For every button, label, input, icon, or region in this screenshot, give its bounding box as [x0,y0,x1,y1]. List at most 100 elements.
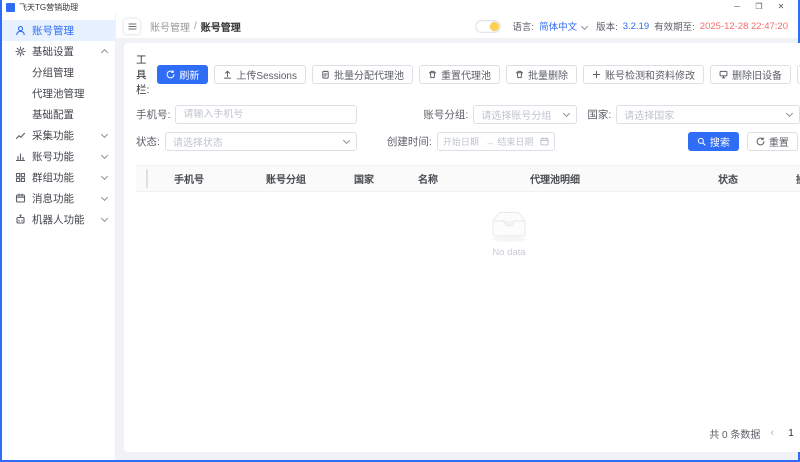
sidebar-item-group-management[interactable]: 分组管理 [2,62,115,83]
date-start[interactable]: 开始日期 [443,135,483,148]
refresh-button[interactable]: 刷新 [157,65,208,84]
sidebar-item-basic-config[interactable]: 基础配置 [2,104,115,125]
expiry-label: 有效期至: [654,19,695,33]
upload-icon [223,70,232,79]
topbar: 账号管理 / 账号管理 语言: 简体中文 版本: 3.2.19 有效期至: 20… [116,14,798,38]
column-header-group: 账号分组 [262,171,350,186]
batch-assign-proxy-button[interactable]: 批量分配代理池 [312,65,413,84]
close-button[interactable]: ✕ [770,0,792,14]
select-all-checkbox[interactable] [146,169,148,188]
breadcrumb-root[interactable]: 账号管理 [150,19,190,34]
language-label: 语言: [512,19,534,33]
app-icon [6,3,15,12]
pagination-total: 共 0 条数据 [709,426,760,441]
grid-icon [14,172,26,184]
sidebar-item-label: 基础设置 [32,44,102,59]
sun-icon [490,22,499,31]
sidebar-item-label: 机器人功能 [32,212,102,227]
minimize-button[interactable]: ─ [726,0,748,14]
column-header-status: 状态 [714,171,792,186]
robot-icon [14,214,26,226]
group-select[interactable]: 请选择账号分组 [473,105,577,124]
sidebar-item-collect[interactable]: 采集功能 [2,125,115,146]
clipboard-icon [321,70,330,79]
sidebar-item-label: 消息功能 [32,191,102,206]
reset-button[interactable]: 重置 [747,132,798,151]
reset-icon [428,70,437,79]
status-select[interactable]: 请选择状态 [165,132,357,151]
message-icon [14,193,26,205]
chevron-down-icon [101,131,108,138]
sidebar-item-proxy-pool-management[interactable]: 代理池管理 [2,83,115,104]
reset-proxy-button[interactable]: 重置代理池 [419,65,500,84]
sidebar-item-robot-functions[interactable]: 机器人功能 [2,209,115,230]
search-button[interactable]: 搜索 [688,132,739,151]
filter-row-2: 状态: 请选择状态 创建时间: 开始日期 → 结束日期 [136,132,800,151]
toolbar: 工具栏: 刷新 上传Sessions 批量分配代理池 [136,52,800,97]
batch-delete-button[interactable]: 批量删除 [506,65,577,84]
phone-input[interactable] [183,109,349,120]
refresh-icon [166,70,175,79]
sidebar-item-label: 采集功能 [32,128,102,143]
prev-page-button[interactable]: ‹ [770,427,774,439]
table-empty-state: No data [136,192,800,420]
app-window: 飞天TG营销助理 ─ ❐ ✕ 账号管理 基础设置 分组管理 代理池管理 基 [0,0,800,462]
status-label: 状态: [136,134,160,149]
calendar-icon [540,137,549,146]
sidebar-item-group-functions[interactable]: 群组功能 [2,167,115,188]
breadcrumb-separator: / [194,21,197,32]
phone-label: 手机号: [136,107,170,122]
created-time-label: 创建时间: [387,134,432,149]
chevron-down-icon [101,152,108,159]
trend-icon [14,130,26,142]
gear-icon [14,46,26,58]
sidebar-item-label: 群组功能 [32,170,102,185]
expiry-value: 2025-12-28 22:47:20 [700,21,788,32]
plus-icon [592,70,601,79]
sidebar-item-message-functions[interactable]: 消息功能 [2,188,115,209]
sidebar: 账号管理 基础设置 分组管理 代理池管理 基础配置 采集功能 [2,14,116,460]
group-label: 账号分组: [423,107,468,122]
column-header-phone: 手机号 [170,171,262,186]
refresh-icon [756,137,765,146]
accounts-table: 手机号 账号分组 国家 名称 代理池明细 状态 操作 [136,165,800,420]
sidebar-item-account-functions[interactable]: 账号功能 [2,146,115,167]
menu-button[interactable] [124,19,140,34]
user-icon [14,25,26,37]
country-select[interactable]: 请选择国家 [616,105,800,124]
chevron-down-icon [581,22,588,29]
trash-icon [515,70,524,79]
device-icon [719,70,728,79]
version-value: 3.2.19 [623,21,649,32]
account-check-modify-button[interactable]: 账号检测和资料修改 [583,65,704,84]
chevron-down-icon [101,173,108,180]
theme-toggle[interactable] [475,20,501,33]
language-select[interactable]: 简体中文 [539,19,577,33]
upload-sessions-button[interactable]: 上传Sessions [214,65,306,84]
chevron-down-icon [343,137,350,144]
chevron-down-icon [786,110,793,117]
chevron-up-icon [101,49,108,56]
current-page[interactable]: 1 [784,428,798,439]
chevron-down-icon [101,194,108,201]
sidebar-item-basic-settings[interactable]: 基础设置 [2,41,115,62]
sidebar-item-account-management[interactable]: 账号管理 [2,20,115,41]
title-bar: 飞天TG营销助理 ─ ❐ ✕ [2,0,798,14]
version-label: 版本: [596,19,618,33]
column-header-country: 国家 [350,171,414,186]
empty-box-icon [484,206,534,244]
filter-row-1: 手机号: 账号分组: 请选择账号分组 国家: 请选择国家 [136,105,800,124]
empty-text: No data [492,247,525,258]
delete-old-devices-button[interactable]: 删除旧设备 [710,65,791,84]
pagination: 共 0 条数据 ‹ 1 › 20条/页 [136,420,800,446]
date-end[interactable]: 结束日期 [497,135,537,148]
search-icon [697,137,706,146]
country-label: 国家: [587,107,611,122]
maximize-button[interactable]: ❐ [748,0,770,14]
sidebar-item-label: 账号功能 [32,149,102,164]
date-range-picker[interactable]: 开始日期 → 结束日期 [437,132,555,151]
column-header-name: 名称 [414,171,526,186]
window-title: 飞天TG营销助理 [19,2,78,13]
breadcrumb: 账号管理 / 账号管理 [150,19,241,34]
date-separator: → [485,137,494,147]
